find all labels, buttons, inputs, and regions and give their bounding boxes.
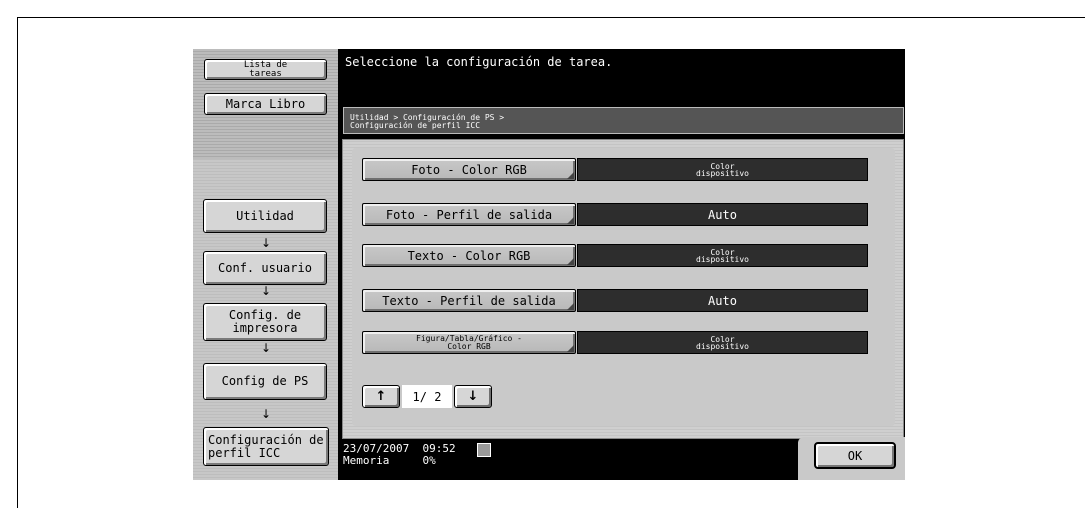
instruction-message: Seleccione la configuración de tarea.	[345, 55, 613, 69]
setting-label: Figura/Tabla/Gráfico - Color RGB	[416, 333, 522, 351]
setting-value: Auto	[577, 289, 868, 312]
nav-config-perfil-icc[interactable]: Configuración de perfil ICC	[203, 427, 329, 466]
corner-marker-icon	[567, 345, 574, 352]
device-screen: Lista de tareas Marca Libro Utilidad ↓ C…	[193, 49, 905, 480]
pager: ↑ 1/ 2 ↓	[362, 385, 502, 410]
left-panel: Lista de tareas Marca Libro Utilidad ↓ C…	[193, 49, 338, 480]
nav-config-impresora[interactable]: Config. de impresora	[203, 303, 327, 341]
setting-value: Color dispositivo	[577, 158, 868, 181]
page-up-button[interactable]: ↑	[362, 385, 400, 408]
memory-value: 0%	[422, 454, 436, 467]
setting-foto-perfil-salida-button[interactable]: Foto - Perfil de salida	[362, 203, 576, 226]
network-status-icon	[477, 443, 491, 457]
status-memory: Memoria 0%	[343, 455, 456, 467]
setting-label: Texto - Color RGB	[407, 248, 531, 263]
corner-marker-icon	[567, 258, 574, 265]
settings-inner: Foto - Color RGB Color dispositivo Foto …	[352, 148, 895, 426]
breadcrumb: Utilidad > Configuración de PS > Configu…	[343, 107, 904, 134]
setting-texto-perfil-salida-button[interactable]: Texto - Perfil de salida	[362, 289, 576, 312]
page-indicator: 1/ 2	[402, 385, 452, 408]
setting-label: Texto - Perfil de salida	[382, 293, 556, 308]
setting-foto-color-rgb-button[interactable]: Foto - Color RGB	[362, 158, 576, 181]
corner-marker-icon	[567, 217, 574, 224]
setting-value: Auto	[577, 203, 868, 226]
corner-marker-icon	[567, 303, 574, 310]
settings-panel: Foto - Color RGB Color dispositivo Foto …	[342, 139, 904, 439]
arrow-down-icon: ↓	[260, 341, 272, 355]
nav-conf-usuario[interactable]: Conf. usuario	[203, 251, 327, 285]
arrow-down-icon: ↓	[260, 284, 272, 298]
setting-label: Foto - Color RGB	[411, 162, 527, 177]
arrow-down-icon: ↓	[260, 236, 272, 250]
setting-texto-color-rgb-button[interactable]: Texto - Color RGB	[362, 244, 576, 267]
task-list-button[interactable]: Lista de tareas	[204, 59, 327, 80]
status-area: 23/07/2007 09:52 Memoria 0%	[343, 443, 491, 467]
ok-button[interactable]: OK	[814, 442, 896, 469]
frame-top-line	[17, 17, 1085, 18]
arrow-down-icon: ↓	[260, 407, 272, 421]
bookmark-button[interactable]: Marca Libro	[204, 93, 327, 115]
nav-utilidad[interactable]: Utilidad	[203, 199, 327, 233]
setting-value: Color dispositivo	[577, 244, 868, 267]
nav-config-ps[interactable]: Config de PS	[203, 363, 327, 400]
setting-value: Color dispositivo	[577, 331, 868, 354]
corner-marker-icon	[567, 172, 574, 179]
memory-label: Memoria	[343, 454, 390, 467]
setting-figura-color-rgb-button[interactable]: Figura/Tabla/Gráfico - Color RGB	[362, 331, 576, 354]
frame-left-line	[17, 17, 18, 508]
page-down-button[interactable]: ↓	[454, 385, 492, 408]
setting-label: Foto - Perfil de salida	[385, 207, 553, 222]
